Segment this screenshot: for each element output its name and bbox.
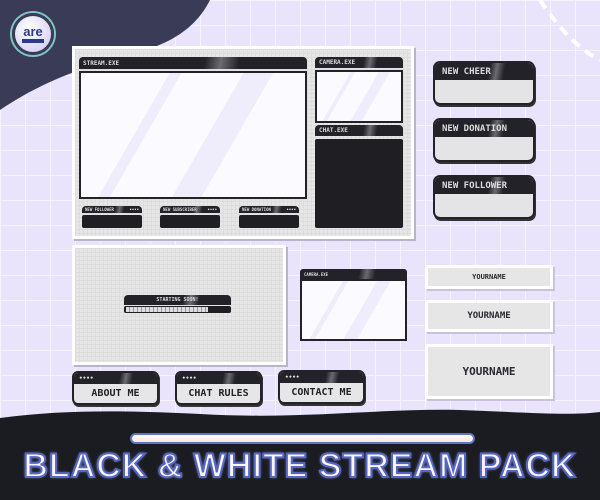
name-box-medium: YOURNAME: [425, 300, 553, 332]
side-alert-follower: NEW FOLLOWER: [433, 175, 535, 219]
overlay-alert-header: NEW FOLLOWER ••••: [82, 206, 142, 213]
stream-title: STREAM.EXE: [83, 59, 120, 67]
overlay-alert-header: NEW SUBSCRIBER ••••: [160, 206, 220, 213]
alert-label: NEW FOLLOWER: [85, 207, 114, 212]
contact-me-panel[interactable]: •••• CONTACT ME: [278, 370, 365, 404]
product-title: BLACK & WHITE STREAM PACK: [22, 446, 577, 486]
dots-icon: ••••: [79, 375, 94, 382]
brand-logo: are: [12, 13, 54, 55]
camera-small-frame: [300, 279, 407, 341]
dots-icon: ••••: [285, 374, 300, 381]
title-decor-bar: [130, 433, 475, 444]
camera-title: CAMERA.EXE: [319, 59, 356, 66]
side-alert-header: NEW FOLLOWER: [435, 177, 533, 194]
side-alert-header: NEW DONATION: [435, 120, 533, 137]
starting-soon-label: STARTING SOON!: [156, 297, 199, 303]
name-box-large: YOURNAME: [425, 344, 553, 399]
camera-header: CAMERA.EXE: [315, 57, 403, 68]
logo-text: are: [23, 23, 43, 39]
camera-small-title: CAMERA.EXE: [304, 271, 329, 277]
name-box-small: YOURNAME: [425, 265, 553, 289]
overlay-alert-body: [82, 215, 142, 228]
alert-label: NEW CHEER: [442, 66, 491, 77]
stream-header: STREAM.EXE: [79, 57, 307, 69]
panel-header: ••••: [74, 373, 157, 384]
camera-frame: [315, 70, 403, 123]
panel-header: ••••: [177, 373, 260, 384]
starting-soon-header: STARTING SOON!: [124, 295, 231, 305]
side-alert-donation: NEW DONATION: [433, 118, 535, 162]
overlay-alert-body: [239, 215, 299, 228]
progress-fill: [126, 307, 209, 312]
name-text: YOURNAME: [462, 365, 516, 378]
dots-icon: ••••: [129, 207, 139, 212]
overlay-alert-3: NEW DONATION ••••: [239, 206, 299, 228]
dots-icon: ••••: [286, 207, 296, 212]
overlay-alert-body: [160, 215, 220, 228]
stream-frame: [79, 71, 307, 199]
overlay-alert-1: NEW FOLLOWER ••••: [82, 206, 142, 228]
name-text: YOURNAME: [467, 311, 511, 321]
alert-label: NEW DONATION: [442, 123, 508, 134]
chat-header: CHAT.EXE: [315, 125, 403, 136]
chat-title: CHAT.EXE: [319, 127, 348, 134]
camera-small-header: CAMERA.EXE: [300, 269, 407, 279]
panel-header: ••••: [280, 372, 363, 383]
overlay-alert-2: NEW SUBSCRIBER ••••: [160, 206, 220, 228]
chat-box: [315, 139, 403, 228]
dots-icon: ••••: [182, 375, 197, 382]
side-alert-cheer: NEW CHEER: [433, 61, 535, 105]
alert-label: NEW SUBSCRIBER: [163, 207, 197, 212]
logo-subtext-bar: [22, 38, 44, 43]
overlay-alert-header: NEW DONATION ••••: [239, 206, 299, 213]
starting-soon-panel: [72, 245, 286, 365]
name-text: YOURNAME: [472, 273, 506, 281]
alert-label: NEW DONATION: [242, 207, 271, 212]
side-alert-header: NEW CHEER: [435, 63, 533, 80]
alert-label: NEW FOLLOWER: [442, 180, 508, 191]
dots-icon: ••••: [207, 207, 217, 212]
starting-progress-bar: [124, 306, 231, 313]
